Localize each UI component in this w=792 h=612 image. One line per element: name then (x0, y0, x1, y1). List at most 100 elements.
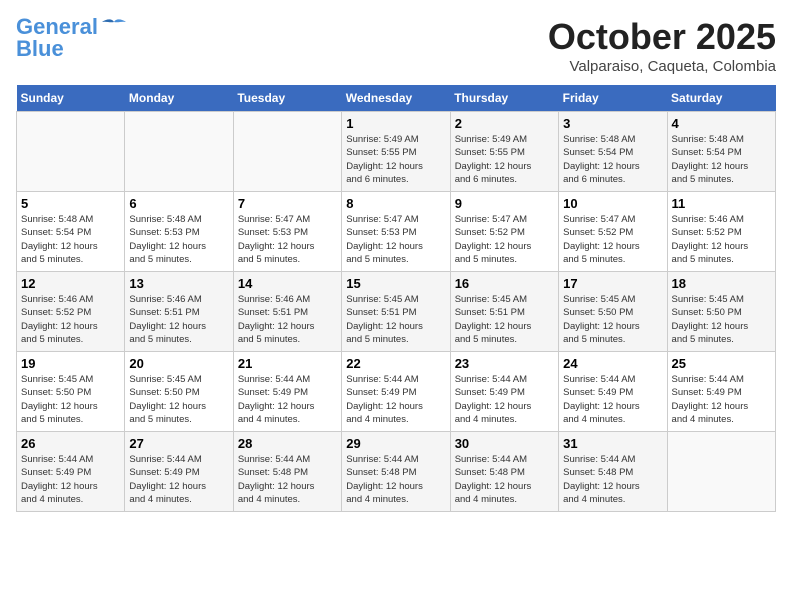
calendar-cell: 5 Sunrise: 5:48 AM Sunset: 5:54 PM Daylig… (17, 192, 125, 272)
day-info: Sunrise: 5:45 AM Sunset: 5:50 PM Dayligh… (563, 293, 662, 346)
day-header-friday: Friday (559, 85, 667, 112)
day-number: 24 (563, 356, 662, 371)
day-number: 14 (238, 276, 337, 291)
day-number: 13 (129, 276, 228, 291)
calendar-cell: 26 Sunrise: 5:44 AM Sunset: 5:49 PM Dayli… (17, 432, 125, 512)
logo-bird-icon (100, 18, 128, 40)
day-number: 18 (672, 276, 771, 291)
day-number: 20 (129, 356, 228, 371)
calendar-cell: 6Sunrise: 5:48 AM Sunset: 5:53 PM Daylig… (125, 192, 233, 272)
calendar-cell: 22 Sunrise: 5:44 AM Sunset: 5:49 PM Dayli… (342, 352, 450, 432)
page-header: General Blue October 2025 Valparaiso, Ca… (16, 16, 776, 75)
day-number: 12 (21, 276, 120, 291)
day-info: Sunrise: 5:44 AM Sunset: 5:49 PM Dayligh… (455, 373, 554, 426)
calendar-cell: 13 Sunrise: 5:46 AM Sunset: 5:51 PM Dayli… (125, 272, 233, 352)
calendar-cell: 24Sunrise: 5:44 AM Sunset: 5:49 PM Dayli… (559, 352, 667, 432)
calendar-cell: 20 Sunrise: 5:45 AM Sunset: 5:50 PM Dayli… (125, 352, 233, 432)
day-number: 31 (563, 436, 662, 451)
calendar-cell: 3 Sunrise: 5:48 AM Sunset: 5:54 PM Daylig… (559, 112, 667, 192)
day-info: Sunrise: 5:44 AM Sunset: 5:48 PM Dayligh… (346, 453, 445, 506)
day-number: 23 (455, 356, 554, 371)
day-number: 5 (21, 196, 120, 211)
day-info: Sunrise: 5:46 AM Sunset: 5:51 PM Dayligh… (129, 293, 228, 346)
day-number: 28 (238, 436, 337, 451)
day-number: 3 (563, 116, 662, 131)
week-row-3: 12Sunrise: 5:46 AM Sunset: 5:52 PM Dayli… (17, 272, 776, 352)
day-number: 2 (455, 116, 554, 131)
day-number: 26 (21, 436, 120, 451)
day-header-tuesday: Tuesday (233, 85, 341, 112)
day-info: Sunrise: 5:45 AM Sunset: 5:51 PM Dayligh… (346, 293, 445, 346)
week-row-2: 5 Sunrise: 5:48 AM Sunset: 5:54 PM Daylig… (17, 192, 776, 272)
day-number: 10 (563, 196, 662, 211)
calendar-cell: 15 Sunrise: 5:45 AM Sunset: 5:51 PM Dayli… (342, 272, 450, 352)
day-number: 4 (672, 116, 771, 131)
month-title: October 2025 (548, 16, 776, 58)
day-info: Sunrise: 5:44 AM Sunset: 5:48 PM Dayligh… (563, 453, 662, 506)
logo-line2: Blue (16, 36, 64, 61)
day-info: Sunrise: 5:46 AM Sunset: 5:51 PM Dayligh… (238, 293, 337, 346)
title-block: October 2025 Valparaiso, Caqueta, Colomb… (548, 16, 776, 75)
day-info: Sunrise: 5:45 AM Sunset: 5:50 PM Dayligh… (672, 293, 771, 346)
location-subtitle: Valparaiso, Caqueta, Colombia (548, 58, 776, 75)
calendar-cell: 31 Sunrise: 5:44 AM Sunset: 5:48 PM Dayli… (559, 432, 667, 512)
day-header-wednesday: Wednesday (342, 85, 450, 112)
day-info: Sunrise: 5:44 AM Sunset: 5:49 PM Dayligh… (672, 373, 771, 426)
day-info: Sunrise: 5:47 AM Sunset: 5:52 PM Dayligh… (563, 213, 662, 266)
day-number: 29 (346, 436, 445, 451)
day-number: 15 (346, 276, 445, 291)
day-number: 6 (129, 196, 228, 211)
calendar-cell: 9Sunrise: 5:47 AM Sunset: 5:52 PM Daylig… (450, 192, 558, 272)
day-info: Sunrise: 5:45 AM Sunset: 5:50 PM Dayligh… (21, 373, 120, 426)
calendar-cell: 19 Sunrise: 5:45 AM Sunset: 5:50 PM Dayli… (17, 352, 125, 432)
calendar-cell: 28 Sunrise: 5:44 AM Sunset: 5:48 PM Dayli… (233, 432, 341, 512)
calendar-cell: 30 Sunrise: 5:44 AM Sunset: 5:48 PM Dayli… (450, 432, 558, 512)
calendar-cell: 2 Sunrise: 5:49 AM Sunset: 5:55 PM Daylig… (450, 112, 558, 192)
calendar-cell: 12Sunrise: 5:46 AM Sunset: 5:52 PM Dayli… (17, 272, 125, 352)
day-header-thursday: Thursday (450, 85, 558, 112)
day-number: 16 (455, 276, 554, 291)
calendar-cell: 11 Sunrise: 5:46 AM Sunset: 5:52 PM Dayli… (667, 192, 775, 272)
calendar-table: SundayMondayTuesdayWednesdayThursdayFrid… (16, 85, 776, 512)
day-info: Sunrise: 5:44 AM Sunset: 5:49 PM Dayligh… (21, 453, 120, 506)
day-header-saturday: Saturday (667, 85, 775, 112)
day-info: Sunrise: 5:48 AM Sunset: 5:54 PM Dayligh… (21, 213, 120, 266)
calendar-cell: 18 Sunrise: 5:45 AM Sunset: 5:50 PM Dayli… (667, 272, 775, 352)
day-number: 11 (672, 196, 771, 211)
day-number: 30 (455, 436, 554, 451)
day-number: 22 (346, 356, 445, 371)
day-info: Sunrise: 5:49 AM Sunset: 5:55 PM Dayligh… (455, 133, 554, 186)
day-info: Sunrise: 5:44 AM Sunset: 5:48 PM Dayligh… (455, 453, 554, 506)
calendar-cell: 25 Sunrise: 5:44 AM Sunset: 5:49 PM Dayli… (667, 352, 775, 432)
day-info: Sunrise: 5:46 AM Sunset: 5:52 PM Dayligh… (672, 213, 771, 266)
calendar-cell: 17 Sunrise: 5:45 AM Sunset: 5:50 PM Dayli… (559, 272, 667, 352)
calendar-cell: 4Sunrise: 5:48 AM Sunset: 5:54 PM Daylig… (667, 112, 775, 192)
day-number: 25 (672, 356, 771, 371)
logo-text: General Blue (16, 16, 98, 60)
day-info: Sunrise: 5:48 AM Sunset: 5:54 PM Dayligh… (563, 133, 662, 186)
calendar-cell: 7 Sunrise: 5:47 AM Sunset: 5:53 PM Daylig… (233, 192, 341, 272)
calendar-header-row: SundayMondayTuesdayWednesdayThursdayFrid… (17, 85, 776, 112)
day-info: Sunrise: 5:44 AM Sunset: 5:49 PM Dayligh… (129, 453, 228, 506)
calendar-cell (233, 112, 341, 192)
day-info: Sunrise: 5:45 AM Sunset: 5:50 PM Dayligh… (129, 373, 228, 426)
calendar-cell: 8Sunrise: 5:47 AM Sunset: 5:53 PM Daylig… (342, 192, 450, 272)
day-number: 17 (563, 276, 662, 291)
calendar-cell: 14 Sunrise: 5:46 AM Sunset: 5:51 PM Dayli… (233, 272, 341, 352)
day-number: 19 (21, 356, 120, 371)
day-info: Sunrise: 5:45 AM Sunset: 5:51 PM Dayligh… (455, 293, 554, 346)
week-row-4: 19 Sunrise: 5:45 AM Sunset: 5:50 PM Dayli… (17, 352, 776, 432)
calendar-cell: 21Sunrise: 5:44 AM Sunset: 5:49 PM Dayli… (233, 352, 341, 432)
week-row-5: 26 Sunrise: 5:44 AM Sunset: 5:49 PM Dayli… (17, 432, 776, 512)
day-info: Sunrise: 5:44 AM Sunset: 5:48 PM Dayligh… (238, 453, 337, 506)
day-info: Sunrise: 5:49 AM Sunset: 5:55 PM Dayligh… (346, 133, 445, 186)
day-info: Sunrise: 5:44 AM Sunset: 5:49 PM Dayligh… (346, 373, 445, 426)
day-info: Sunrise: 5:47 AM Sunset: 5:53 PM Dayligh… (238, 213, 337, 266)
calendar-cell: 1 Sunrise: 5:49 AM Sunset: 5:55 PM Daylig… (342, 112, 450, 192)
day-number: 1 (346, 116, 445, 131)
calendar-cell (125, 112, 233, 192)
calendar-cell (17, 112, 125, 192)
calendar-cell: 10 Sunrise: 5:47 AM Sunset: 5:52 PM Dayli… (559, 192, 667, 272)
day-header-monday: Monday (125, 85, 233, 112)
day-number: 7 (238, 196, 337, 211)
